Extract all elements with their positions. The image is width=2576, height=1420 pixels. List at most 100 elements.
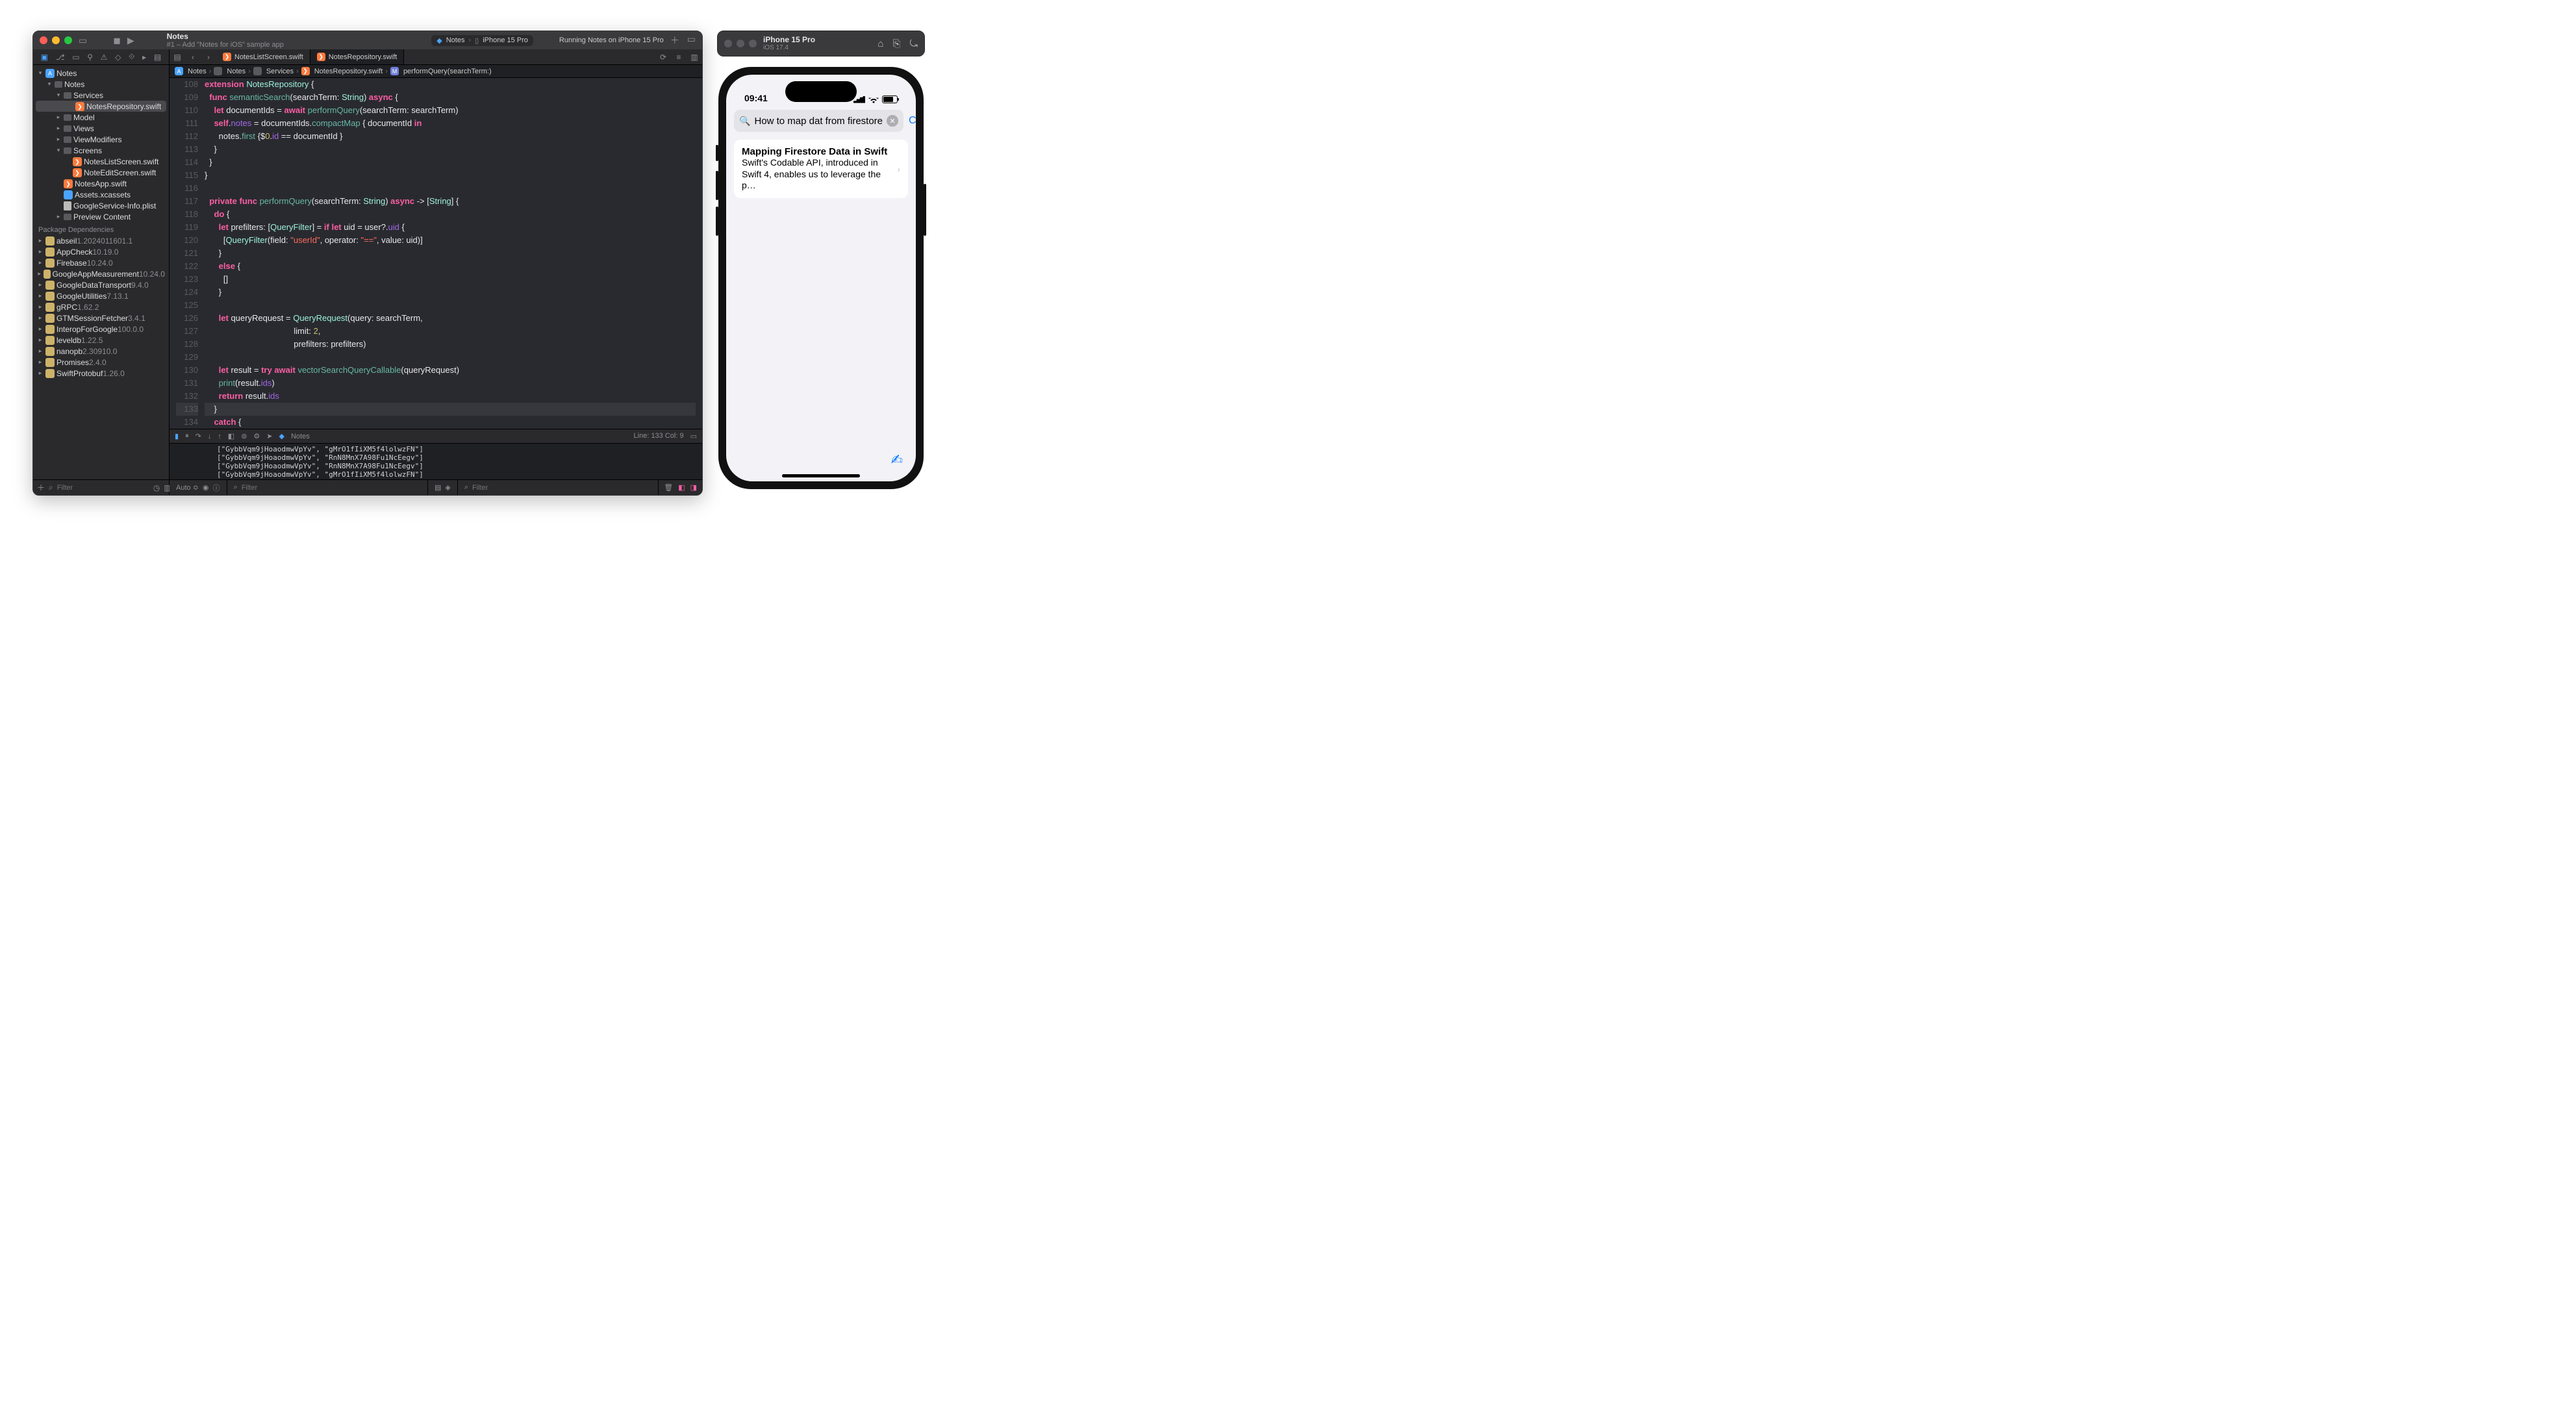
library-button[interactable]: ▭ xyxy=(687,34,696,47)
mute-switch[interactable] xyxy=(716,145,718,161)
environment-icon[interactable]: ⚙ xyxy=(253,432,260,440)
jumpbar-crumb[interactable]: Notes xyxy=(188,68,207,75)
disclosure-icon[interactable]: ▸ xyxy=(37,303,44,311)
folder-icon[interactable]: ▣ xyxy=(41,53,48,62)
clear-search-icon[interactable]: ✕ xyxy=(887,115,898,127)
screenshot-icon[interactable]: ⎘ xyxy=(892,38,900,49)
navigator-selector[interactable]: ▣ ⎇ ▭ ⚲ ⚠ ◇ ⟐ ▸ ▤ xyxy=(33,49,169,65)
disclosure-icon[interactable]: ▸ xyxy=(37,270,42,277)
disclosure-icon[interactable]: ▸ xyxy=(55,125,62,132)
volume-up-button[interactable] xyxy=(716,171,718,200)
sim-traffic-lights[interactable] xyxy=(724,40,757,47)
refresh-icon[interactable]: ⟳ xyxy=(655,49,671,64)
disclosure-icon[interactable]: ▸ xyxy=(37,325,44,333)
related-items-icon[interactable]: ▤ xyxy=(170,49,185,64)
tree-file[interactable]: ❯NotesApp.swift xyxy=(33,178,169,189)
package-row[interactable]: ▸GTMSessionFetcher 3.4.1 xyxy=(33,312,169,323)
right-pane-toggle[interactable]: ◨ xyxy=(690,483,697,492)
debug-console[interactable]: ["GybbVqm9jHoaodmwVpYv", "gMrO1fIiXM5f4l… xyxy=(170,443,702,479)
editor-options-icon[interactable]: ≡ xyxy=(671,49,687,64)
disclosure-icon[interactable]: ▸ xyxy=(37,281,44,288)
source-editor[interactable]: 1081091101111121131141151161171181191201… xyxy=(170,78,702,429)
package-row[interactable]: ▸InteropForGoogle 100.0.0 xyxy=(33,323,169,335)
disclosure-icon[interactable]: ▸ xyxy=(55,114,62,121)
variables-view-selector[interactable]: Auto ≎ xyxy=(176,483,199,492)
all-output-icon[interactable]: ▤ xyxy=(435,483,441,492)
home-icon[interactable]: ⌂ xyxy=(878,38,883,49)
disclosure-icon[interactable]: ▸ xyxy=(55,213,62,220)
breakpoint-icon[interactable]: ▸ xyxy=(142,53,146,62)
memory-graph-icon[interactable]: ⊚ xyxy=(241,432,247,440)
tree-folder[interactable]: ▸Views xyxy=(33,123,169,134)
tree-file[interactable]: Assets.xcassets xyxy=(33,189,169,200)
package-row[interactable]: ▸SwiftProtobuf 1.26.0 xyxy=(33,368,169,379)
pause-button[interactable]: ⏸ xyxy=(185,432,189,440)
variables-filter-input[interactable] xyxy=(242,484,294,492)
add-file-icon[interactable]: ＋ xyxy=(37,482,45,493)
minimize-icon[interactable] xyxy=(737,40,744,47)
console-filter-input[interactable] xyxy=(472,484,524,492)
tree-file[interactable]: ❯NotesRepository.swift xyxy=(36,101,166,112)
jump-bar[interactable]: ANotes›Notes›Services›❯NotesRepository.s… xyxy=(170,65,702,78)
editor-tab[interactable]: ❯NotesListScreen.swift xyxy=(216,49,310,64)
rotate-icon[interactable]: ⤿ xyxy=(910,38,918,49)
power-button[interactable] xyxy=(924,184,926,236)
disclosure-icon[interactable]: ▾ xyxy=(37,70,44,77)
issue-icon[interactable]: ⚠ xyxy=(101,53,108,62)
bookmark-icon[interactable]: ▭ xyxy=(72,53,79,62)
package-row[interactable]: ▸GoogleDataTransport 9.4.0 xyxy=(33,279,169,290)
package-row[interactable]: ▸GoogleAppMeasurement 10.24.0 xyxy=(33,268,169,279)
line-gutter[interactable]: 1081091101111121131141151161171181191201… xyxy=(170,78,205,429)
step-into-icon[interactable]: ↓ xyxy=(208,433,212,440)
report-icon[interactable]: ▤ xyxy=(154,53,161,62)
tree-file[interactable]: GoogleService-Info.plist xyxy=(33,200,169,211)
traffic-lights[interactable] xyxy=(40,36,72,44)
minimap-icon[interactable]: ▭ xyxy=(690,432,697,440)
debug-icon[interactable]: ⟐ xyxy=(129,52,134,62)
disclosure-icon[interactable]: ▸ xyxy=(37,248,44,255)
eye-icon[interactable]: ◉ xyxy=(203,483,209,492)
location-icon[interactable]: ➤ xyxy=(266,432,272,440)
disclosure-icon[interactable]: ▸ xyxy=(55,136,62,143)
package-row[interactable]: ▸AppCheck 10.19.0 xyxy=(33,246,169,257)
tree-file[interactable]: ❯NoteEditScreen.swift xyxy=(33,167,169,178)
search-result-row[interactable]: Mapping Firestore Data in Swift Swift's … xyxy=(734,140,908,198)
disclosure-icon[interactable]: ▸ xyxy=(37,237,44,244)
sidebar-toggle-icon[interactable]: ▭ xyxy=(79,35,87,46)
search-field[interactable]: 🔍 How to map dat from firestore ✕ xyxy=(734,110,903,132)
breakpoints-toggle[interactable]: ▮ xyxy=(175,432,179,440)
tree-folder[interactable]: ▾Screens xyxy=(33,145,169,156)
tree-file[interactable]: ❯NotesListScreen.swift xyxy=(33,156,169,167)
disclosure-icon[interactable]: ▸ xyxy=(37,314,44,322)
run-button[interactable]: ▶ xyxy=(127,35,134,46)
disclosure-icon[interactable]: ▾ xyxy=(55,92,62,99)
find-icon[interactable]: ⚲ xyxy=(87,53,93,62)
disclosure-icon[interactable]: ▾ xyxy=(46,81,53,88)
close-icon[interactable] xyxy=(40,36,47,44)
tree-folder[interactable]: ▸ViewModifiers xyxy=(33,134,169,145)
trash-icon[interactable]: 🗑 xyxy=(664,483,673,492)
stop-button[interactable]: ◼ xyxy=(113,35,121,46)
tree-folder[interactable]: ▾Notes xyxy=(33,79,169,90)
disclosure-icon[interactable]: ▸ xyxy=(37,336,44,344)
clock-icon[interactable]: ◷ xyxy=(153,483,160,492)
jumpbar-crumb[interactable]: performQuery(searchTerm:) xyxy=(403,68,492,75)
step-over-icon[interactable]: ↷ xyxy=(196,432,201,440)
source-control-icon[interactable]: ⎇ xyxy=(56,53,65,62)
info-icon[interactable]: ⓘ xyxy=(213,483,220,493)
disclosure-icon[interactable]: ▸ xyxy=(37,292,44,299)
package-row[interactable]: ▸nanopb 2.30910.0 xyxy=(33,346,169,357)
zoom-icon[interactable] xyxy=(749,40,757,47)
tree-folder[interactable]: ▸Model xyxy=(33,112,169,123)
disclosure-icon[interactable]: ▸ xyxy=(37,348,44,355)
cancel-button[interactable]: Cancel xyxy=(909,115,916,127)
tree-file[interactable]: ▾ANotes xyxy=(33,68,169,79)
minimize-icon[interactable] xyxy=(52,36,60,44)
package-row[interactable]: ▸abseil 1.2024011601.1 xyxy=(33,235,169,246)
disclosure-icon[interactable]: ▸ xyxy=(37,359,44,366)
view-debug-icon[interactable]: ◧ xyxy=(228,432,234,440)
add-button[interactable]: ＋ xyxy=(670,34,679,47)
forward-button[interactable]: › xyxy=(201,49,216,64)
file-tree[interactable]: ▾ANotes▾Notes▾Services❯NotesRepository.s… xyxy=(33,65,169,479)
back-button[interactable]: ‹ xyxy=(185,49,201,64)
